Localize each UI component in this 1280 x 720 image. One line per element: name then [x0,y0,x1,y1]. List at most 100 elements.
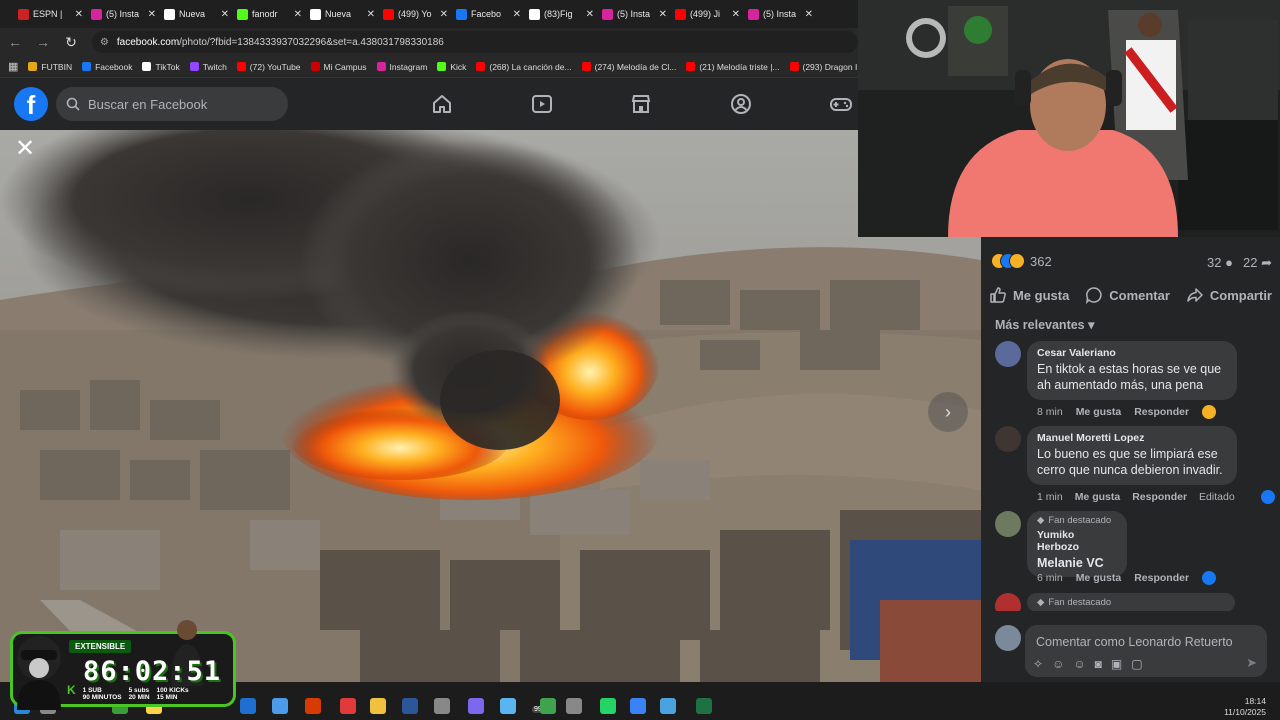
gif-icon[interactable]: ▣ [1111,657,1122,671]
send-icon[interactable]: ➤ [1246,655,1257,671]
user-avatar[interactable] [995,625,1021,651]
bookmark-item[interactable]: Kick [437,62,466,72]
sticker-icon[interactable]: ✧ [1033,657,1043,671]
share-count-link[interactable]: 22 ➦ [1243,255,1272,271]
bookmark-item[interactable]: (293) Dragon I [789,62,857,72]
tab-close-icon[interactable]: ✕ [513,9,521,20]
video-icon[interactable] [530,92,554,116]
app-icon[interactable] [500,698,516,714]
comment-time[interactable]: 6 min [1037,572,1063,584]
like-button[interactable]: Me gusta [989,283,1069,307]
comment-like-button[interactable]: Me gusta [1076,406,1122,418]
browser-tab[interactable]: fanodr ✕ [233,0,306,28]
commenter-avatar[interactable] [995,511,1021,537]
bookmark-item[interactable]: (72) YouTube [236,62,301,72]
browser-tab[interactable]: (499) Ji ✕ [671,0,744,28]
tab-close-icon[interactable]: ✕ [148,9,156,20]
comment-time[interactable]: 8 min [1037,406,1063,418]
tab-favicon-icon [18,8,29,20]
bookmark-item[interactable]: (268) La canción de... [476,62,572,72]
app-icon[interactable] [600,698,616,714]
comment-button[interactable]: Comentar [1085,283,1170,307]
browser-tab[interactable]: (83)Fig ✕ [525,0,598,28]
close-photo-button[interactable]: ✕ [9,134,41,162]
comment-input[interactable]: Comentar como Leonardo Retuerto ✧ ☺ ☺ ◙ … [1025,625,1267,677]
comment-like-button[interactable]: Me gusta [1076,572,1122,584]
commenter-name[interactable]: Cesar Valeriano [1037,347,1227,359]
browser-tab[interactable]: ESPN | ✕ [14,0,87,28]
folder-icon[interactable] [370,698,386,714]
photo-viewer[interactable] [0,130,981,682]
bookmark-item[interactable]: Twitch [189,62,227,72]
url-field[interactable]: ⚙ facebook.com/photo/?fbid=1384333937032… [91,31,858,53]
app-icon[interactable] [468,698,484,714]
browser-tab[interactable]: Nueva ✕ [306,0,379,28]
gaming-icon[interactable] [829,92,853,116]
back-icon[interactable]: ← [8,34,22,50]
browser-tab[interactable]: (5) Insta ✕ [87,0,160,28]
forward-icon[interactable]: → [36,34,50,50]
app-icon[interactable] [340,698,356,714]
office-icon[interactable] [305,698,321,714]
browser-tab[interactable]: (499) Yo ✕ [379,0,452,28]
word-icon[interactable] [402,698,418,714]
apps-icon[interactable]: ▦ [8,60,18,73]
reload-icon[interactable]: ↻ [64,34,78,51]
next-photo-button[interactable]: › [928,392,968,432]
app-icon[interactable] [660,698,676,714]
bookmark-item[interactable]: Facebook [82,62,132,72]
outlook-icon[interactable] [240,698,256,714]
avatar-sticker-icon[interactable]: ☺ [1052,657,1064,671]
comment-reply-button[interactable]: Responder [1134,406,1189,418]
search-box[interactable]: Buscar en Facebook [56,87,288,121]
comment-sort-dropdown[interactable]: Más relevantes ▾ [995,317,1094,332]
bookmark-item[interactable]: TikTok [142,62,180,72]
commenter-avatar[interactable] [995,341,1021,367]
app-icon[interactable] [434,698,450,714]
bookmark-item[interactable]: FUTBIN [28,62,72,72]
bookmark-item[interactable]: Instagram [376,62,427,72]
comment-text[interactable]: Melanie VC [1037,555,1117,571]
home-icon[interactable] [430,92,454,116]
app-icon[interactable] [540,698,556,714]
browser-tab[interactable]: Nueva ✕ [160,0,233,28]
tab-close-icon[interactable]: ✕ [440,9,448,20]
commenter-name[interactable]: Yumiko Herbozo [1037,529,1117,553]
commenter-avatar[interactable] [995,426,1021,452]
facebook-logo[interactable]: f [14,87,48,121]
comment-reply-button[interactable]: Responder [1134,572,1189,584]
camera-icon[interactable]: ◙ [1095,657,1102,671]
tab-close-icon[interactable]: ✕ [659,9,667,20]
taskbar-clock[interactable]: 18:14 11/10/2025 [1224,696,1266,718]
comment-like-button[interactable]: Me gusta [1075,491,1121,503]
whatsapp-icon[interactable] [566,698,582,714]
sticker-sheet-icon[interactable]: ▢ [1131,657,1142,671]
tab-close-icon[interactable]: ✕ [805,9,813,20]
reactions-summary[interactable]: 362 [991,253,1052,269]
site-info-icon[interactable]: ⚙ [100,37,109,48]
marketplace-icon[interactable] [629,92,653,116]
tab-close-icon[interactable]: ✕ [75,9,83,20]
groups-icon[interactable] [729,92,753,116]
tab-close-icon[interactable]: ✕ [586,9,594,20]
commenter-name[interactable]: Manuel Moretti Lopez [1037,432,1227,444]
bookmark-item[interactable]: (274) Melodía de Cl... [581,62,676,72]
browser-tab[interactable]: Facebo ✕ [452,0,525,28]
emoji-icon[interactable]: ☺ [1073,657,1085,671]
comment-time[interactable]: 1 min [1037,491,1063,503]
comment-count-link[interactable]: 32 ● [1207,255,1233,271]
tab-close-icon[interactable]: ✕ [221,9,229,20]
commenter-avatar[interactable] [995,593,1021,611]
bookmark-item[interactable]: Mi Campus [310,62,367,72]
bookmark-item[interactable]: (21) Melodía triste |... [686,62,780,72]
tab-close-icon[interactable]: ✕ [732,9,740,20]
tab-close-icon[interactable]: ✕ [367,9,375,20]
steam-icon[interactable] [630,698,646,714]
excel-icon[interactable] [696,698,712,714]
edge-icon[interactable] [272,698,288,714]
comment-reply-button[interactable]: Responder [1132,491,1187,503]
browser-tab[interactable]: (5) Insta ✕ [598,0,671,28]
share-button[interactable]: Compartir [1186,283,1272,307]
browser-tab[interactable]: (5) Insta ✕ [744,0,817,28]
tab-close-icon[interactable]: ✕ [294,9,302,20]
